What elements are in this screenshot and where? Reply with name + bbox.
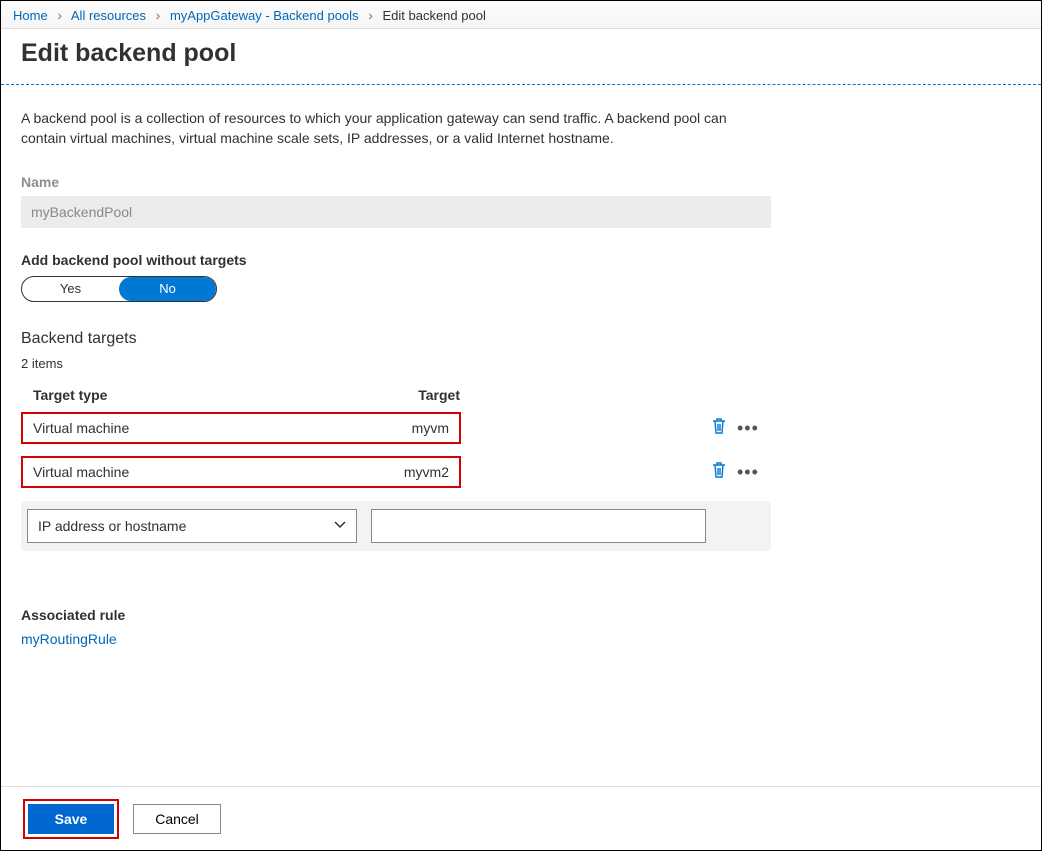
breadcrumb-home[interactable]: Home [13, 8, 48, 23]
backend-targets-heading: Backend targets [21, 330, 1021, 348]
target-value: myvm [412, 420, 449, 436]
items-count: 2 items [21, 356, 1021, 371]
associated-rule-label: Associated rule [21, 607, 1021, 623]
chevron-down-icon [334, 518, 346, 534]
target-row-box[interactable]: Virtual machine myvm2 [21, 456, 461, 488]
page-description: A backend pool is a collection of resour… [21, 109, 761, 148]
target-type-select[interactable]: IP address or hostname [27, 509, 357, 543]
chevron-right-icon: › [156, 7, 161, 23]
target-type-value: Virtual machine [33, 464, 404, 480]
name-field: myBackendPool [21, 196, 771, 228]
more-icon[interactable]: ••• [737, 467, 759, 477]
more-icon[interactable]: ••• [737, 423, 759, 433]
target-type-select-value: IP address or hostname [38, 518, 186, 534]
without-targets-toggle[interactable]: Yes No [21, 276, 217, 302]
associated-rule-link[interactable]: myRoutingRule [21, 631, 117, 647]
save-highlight: Save [23, 799, 119, 839]
without-targets-label: Add backend pool without targets [21, 252, 1021, 268]
table-row: Virtual machine myvm2 ••• [21, 453, 771, 491]
chevron-right-icon: › [57, 7, 62, 23]
target-row-box[interactable]: Virtual machine myvm [21, 412, 461, 444]
breadcrumb: Home › All resources › myAppGateway - Ba… [1, 1, 1041, 29]
page-title: Edit backend pool [1, 29, 1041, 84]
associated-rule-section: Associated rule myRoutingRule [21, 607, 1021, 649]
breadcrumb-current: Edit backend pool [382, 8, 485, 23]
cancel-button[interactable]: Cancel [133, 804, 221, 834]
breadcrumb-all-resources[interactable]: All resources [71, 8, 146, 23]
toggle-option-no[interactable]: No [119, 277, 216, 301]
delete-icon[interactable] [711, 417, 727, 440]
new-target-row: IP address or hostname [21, 501, 771, 551]
target-value: myvm2 [404, 464, 449, 480]
save-button[interactable]: Save [28, 804, 114, 834]
target-type-value: Virtual machine [33, 420, 412, 436]
delete-icon[interactable] [711, 461, 727, 484]
toggle-option-yes[interactable]: Yes [22, 277, 119, 301]
footer: Save Cancel [1, 786, 1041, 850]
chevron-right-icon: › [368, 7, 373, 23]
column-header-type: Target type [33, 387, 378, 403]
name-label: Name [21, 174, 1021, 190]
target-value-input[interactable] [371, 509, 706, 543]
table-row: Virtual machine myvm ••• [21, 409, 771, 447]
targets-table: Target type Target Virtual machine myvm … [21, 383, 771, 551]
column-header-target: Target [378, 387, 468, 403]
breadcrumb-app-gateway[interactable]: myAppGateway - Backend pools [170, 8, 359, 23]
